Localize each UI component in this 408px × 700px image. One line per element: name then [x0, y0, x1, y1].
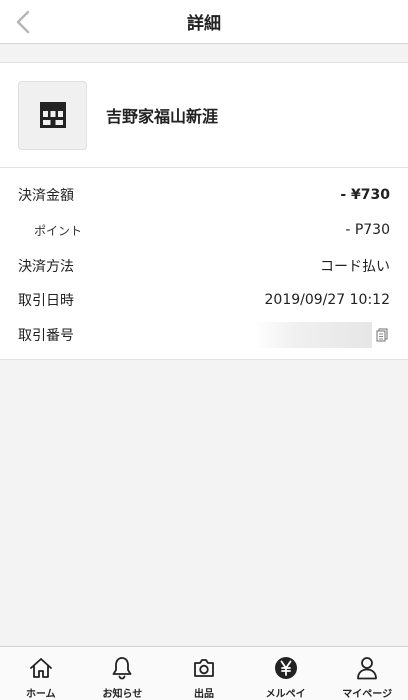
- store-icon-box: [18, 80, 87, 150]
- camera-icon: [191, 655, 217, 681]
- tab-mypage-label: マイページ: [342, 689, 393, 700]
- transaction-number-value: [254, 322, 390, 348]
- tab-sell[interactable]: 出品: [163, 647, 245, 700]
- payment-method-value: コード払い: [320, 259, 390, 275]
- yen-icon: [273, 655, 299, 681]
- points-row: ポイント - P730: [0, 218, 408, 242]
- tab-notifications-label: お知らせ: [102, 689, 143, 700]
- payment-method-row: 決済方法 コード払い: [0, 254, 408, 278]
- tab-home[interactable]: ホーム: [0, 647, 82, 700]
- tab-sell-label: 出品: [193, 689, 214, 700]
- transaction-date-label: 取引日時: [18, 293, 74, 309]
- transaction-date-row: 取引日時 2019/09/27 10:12: [0, 288, 408, 312]
- back-button[interactable]: [6, 0, 40, 44]
- transaction-date-value: 2019/09/27 10:12: [264, 292, 391, 308]
- transaction-details: 決済金額 - ¥730 ポイント - P730 決済方法 コード払い 取引日時 …: [0, 168, 408, 360]
- tab-merpay[interactable]: メルペイ: [245, 647, 327, 700]
- payment-amount-value: - ¥730: [340, 187, 390, 203]
- transaction-number-label: 取引番号: [18, 328, 74, 344]
- chevron-left-icon: [16, 10, 30, 34]
- store-card: 吉野家福山新涯: [0, 62, 408, 168]
- store-name: 吉野家福山新涯: [106, 107, 219, 126]
- bell-icon: [109, 655, 135, 681]
- store-icon: [39, 102, 66, 128]
- tab-home-label: ホーム: [25, 689, 56, 700]
- tab-notifications[interactable]: お知らせ: [82, 647, 164, 700]
- detail-screen: 詳細 吉野家福山新涯 決済金額 - ¥730 ポイント - P730 決済方法 …: [0, 0, 408, 700]
- tab-mypage[interactable]: マイページ: [326, 647, 408, 700]
- payment-amount-row: 決済金額 - ¥730: [0, 182, 408, 208]
- tab-bar: ホーム お知らせ 出品 メルペイ マイページ: [0, 646, 408, 700]
- nav-header: 詳細: [0, 0, 408, 44]
- points-value: - P730: [345, 222, 390, 238]
- person-icon: [354, 655, 380, 681]
- tab-merpay-label: メルペイ: [265, 689, 306, 700]
- points-label: ポイント: [34, 223, 83, 238]
- transaction-number-mask: [254, 322, 372, 348]
- page-title: 詳細: [187, 14, 221, 34]
- copy-icon[interactable]: [374, 326, 390, 344]
- payment-method-label: 決済方法: [18, 259, 74, 275]
- payment-amount-label: 決済金額: [18, 188, 74, 204]
- home-icon: [28, 655, 54, 681]
- transaction-number-row: 取引番号: [0, 321, 408, 349]
